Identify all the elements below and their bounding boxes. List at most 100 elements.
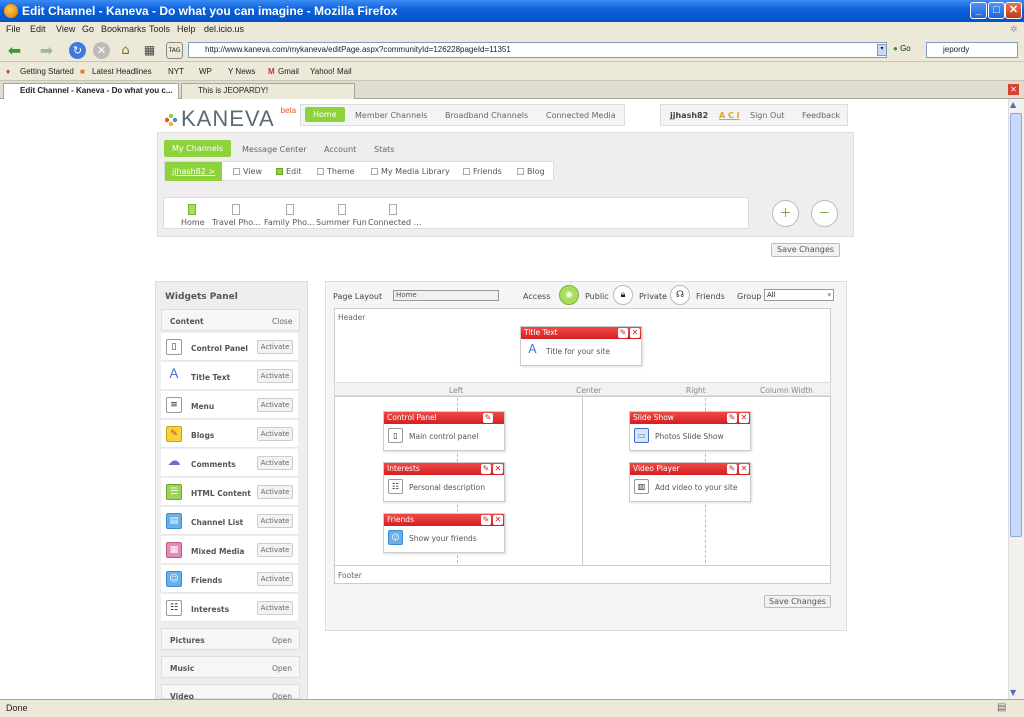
bookmark-gmail[interactable]: Gmail: [278, 67, 299, 76]
close-icon[interactable]: ✕: [493, 515, 503, 525]
content-close-link[interactable]: Close: [272, 317, 292, 326]
edit-icon[interactable]: ✎: [481, 464, 491, 474]
home-icon[interactable]: ⌂: [117, 42, 134, 59]
feedback-link[interactable]: Feedback: [802, 111, 840, 120]
close-window-button[interactable]: ✕: [1005, 2, 1022, 19]
public-access-icon[interactable]: ◉: [559, 285, 579, 305]
activate-button[interactable]: Activate: [257, 340, 293, 354]
reload-icon[interactable]: ↻: [69, 42, 86, 59]
nav-connected-media[interactable]: Connected Media: [546, 111, 616, 120]
scroll-up-icon[interactable]: ▲: [1010, 100, 1016, 109]
bookmark-wp[interactable]: WP: [199, 67, 212, 76]
page-summer-fun[interactable]: Summer Fun: [316, 218, 367, 227]
close-tab-icon[interactable]: ✕: [1008, 84, 1019, 95]
edit-icon[interactable]: ✎: [618, 328, 628, 338]
maximize-button[interactable]: □: [988, 2, 1005, 19]
placed-widget-friends[interactable]: Friends ✎ ✕ ☺ Show your friends: [383, 513, 505, 553]
group-open-link[interactable]: Open: [272, 636, 292, 645]
menu-go[interactable]: Go: [82, 24, 94, 34]
menu-help[interactable]: Help: [177, 24, 196, 34]
kaneva-logo[interactable]: KANEVA beta: [163, 106, 296, 132]
tab-edit-channel[interactable]: Edit Channel - Kaneva - Do what you c...: [3, 83, 179, 99]
bookmark-getting-started[interactable]: Getting Started: [20, 67, 74, 76]
page-icon-connected[interactable]: [389, 204, 397, 215]
menu-tools[interactable]: Tools: [149, 24, 170, 34]
page-connected[interactable]: Connected ...: [368, 218, 421, 227]
activate-button[interactable]: Activate: [257, 572, 293, 586]
page-icon-family[interactable]: [286, 204, 294, 215]
page-icon-home[interactable]: [188, 204, 196, 215]
footer-zone[interactable]: [334, 565, 831, 584]
edit-icon[interactable]: ✎: [727, 464, 737, 474]
tab-account[interactable]: Account: [324, 145, 356, 154]
back-icon[interactable]: ⬅: [6, 42, 23, 59]
aci-links[interactable]: A C I: [719, 111, 740, 120]
add-page-icon[interactable]: ＋: [772, 200, 799, 227]
sign-out-link[interactable]: Sign Out: [750, 111, 785, 120]
bookmark-ynews[interactable]: Y News: [228, 67, 255, 76]
nav-home[interactable]: Home: [305, 107, 345, 122]
channel-user-link[interactable]: jjhash82 >: [165, 162, 223, 181]
nav-member-channels[interactable]: Member Channels: [355, 111, 427, 120]
bookmark-nyt[interactable]: NYT: [168, 67, 184, 76]
stop-icon[interactable]: ✕: [93, 42, 110, 59]
save-changes-top-button[interactable]: Save Changes: [771, 243, 840, 257]
tab-jeopardy[interactable]: This is JEOPARDY!: [181, 83, 355, 99]
windows-icon[interactable]: ▦: [141, 42, 158, 59]
activate-button[interactable]: Activate: [257, 514, 293, 528]
edit-icon[interactable]: ✎: [481, 515, 491, 525]
placed-widget-slide-show[interactable]: Slide Show ✎ ✕ ▭ Photos Slide Show: [629, 411, 751, 451]
activate-button[interactable]: Activate: [257, 543, 293, 557]
placed-widget-control-panel[interactable]: Control Panel ✎ ▯ Main control panel: [383, 411, 505, 451]
tag-icon[interactable]: TAG: [166, 42, 183, 59]
scroll-down-icon[interactable]: ▼: [1010, 688, 1016, 697]
placed-widget-title-text[interactable]: Title Text ✎ ✕ Ａ Title for your site: [520, 326, 642, 366]
subnav-blog[interactable]: Blog: [517, 167, 545, 176]
menu-delicious[interactable]: del.icio.us: [204, 24, 244, 34]
menu-view[interactable]: View: [56, 24, 75, 34]
page-layout-input[interactable]: Home: [393, 290, 499, 301]
activate-button[interactable]: Activate: [257, 398, 293, 412]
tab-stats[interactable]: Stats: [374, 145, 394, 154]
menu-file[interactable]: File: [6, 24, 21, 34]
close-icon[interactable]: ✕: [493, 464, 503, 474]
activate-button[interactable]: Activate: [257, 601, 293, 615]
page-home[interactable]: Home: [181, 218, 205, 227]
subnav-theme[interactable]: Theme: [317, 167, 355, 176]
bookmark-yahoo-mail[interactable]: Yahoo! Mail: [310, 67, 352, 76]
private-lock-icon[interactable]: 🔒︎: [613, 285, 633, 305]
url-dropdown-icon[interactable]: ▾: [877, 44, 887, 56]
edit-icon[interactable]: ✎: [483, 413, 493, 423]
page-travel[interactable]: Travel Pho...: [212, 218, 261, 227]
subnav-view[interactable]: View: [233, 167, 262, 176]
subnav-edit[interactable]: Edit: [276, 167, 302, 176]
group-open-link[interactable]: Open: [272, 664, 292, 673]
url-field[interactable]: http://www.kaneva.com/mykaneva/editPage.…: [188, 42, 887, 58]
subnav-friends[interactable]: Friends: [463, 167, 502, 176]
edit-icon[interactable]: ✎: [727, 413, 737, 423]
nav-broadband-channels[interactable]: Broadband Channels: [445, 111, 528, 120]
page-icon-summer[interactable]: [338, 204, 346, 215]
activate-button[interactable]: Activate: [257, 427, 293, 441]
go-button[interactable]: ● Go: [893, 44, 911, 53]
page-family[interactable]: Family Pho...: [264, 218, 315, 227]
remove-page-icon[interactable]: －: [811, 200, 838, 227]
group-select[interactable]: All ▾: [764, 289, 834, 301]
subnav-media-library[interactable]: My Media Library: [371, 167, 450, 176]
save-changes-bottom-button[interactable]: Save Changes: [764, 595, 831, 608]
tab-my-channels[interactable]: My Channels: [164, 140, 232, 157]
search-field[interactable]: jepordy: [926, 42, 1018, 58]
scrollbar-thumb[interactable]: [1010, 113, 1022, 537]
close-icon[interactable]: ✕: [739, 413, 749, 423]
placed-widget-video-player[interactable]: Video Player ✎ ✕ ▥ Add video to your sit…: [629, 462, 751, 502]
bookmark-latest-headlines[interactable]: Latest Headlines: [92, 67, 152, 76]
menu-edit[interactable]: Edit: [30, 24, 46, 34]
menu-bookmarks[interactable]: Bookmarks: [101, 24, 146, 34]
placed-widget-interests[interactable]: Interests ✎ ✕ ☷ Personal description: [383, 462, 505, 502]
close-icon[interactable]: ✕: [739, 464, 749, 474]
friends-access-icon[interactable]: ☊: [670, 285, 690, 305]
activate-button[interactable]: Activate: [257, 369, 293, 383]
activate-button[interactable]: Activate: [257, 456, 293, 470]
minimize-button[interactable]: _: [970, 2, 987, 19]
tab-message-center[interactable]: Message Center: [242, 145, 307, 154]
